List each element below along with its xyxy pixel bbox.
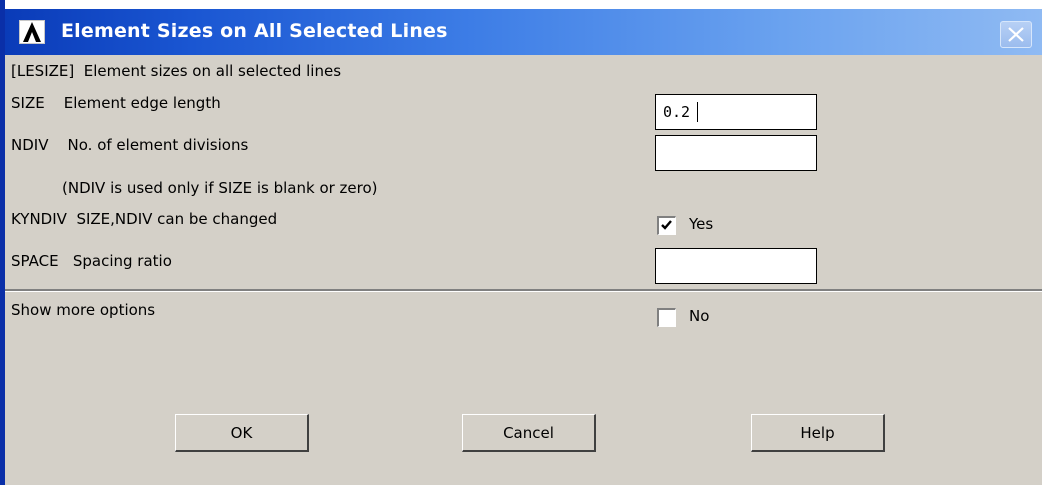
close-button[interactable] [1000, 21, 1032, 48]
section-divider-highlight [5, 291, 1042, 292]
dialog-content: [LESIZE] Element sizes on all selected l… [5, 55, 1042, 485]
more-options-label: Show more options [11, 301, 156, 319]
close-icon [1008, 27, 1024, 42]
dialog-window: Element Sizes on All Selected Lines [LES… [0, 0, 1042, 485]
more-options-option-text: No [689, 307, 710, 325]
text-cursor [697, 102, 698, 122]
title-bar[interactable]: Element Sizes on All Selected Lines [5, 9, 1042, 55]
help-button[interactable]: Help [751, 414, 885, 452]
space-input[interactable] [655, 248, 817, 284]
kyndiv-label: KYNDIV SIZE,NDIV can be changed [11, 210, 278, 228]
ndiv-note: (NDIV is used only if SIZE is blank or z… [62, 179, 378, 197]
command-description: [LESIZE] Element sizes on all selected l… [11, 62, 342, 80]
ndiv-label: NDIV No. of element divisions [11, 136, 249, 154]
space-label: SPACE Spacing ratio [11, 252, 172, 270]
ok-button[interactable]: OK [175, 414, 309, 452]
ansys-logo-icon [19, 20, 45, 44]
size-input[interactable] [655, 94, 817, 130]
cancel-button[interactable]: Cancel [462, 414, 596, 452]
checkmark-icon [661, 220, 672, 230]
size-label: SIZE Element edge length [11, 94, 221, 112]
more-options-checkbox[interactable] [657, 308, 676, 327]
window-title: Element Sizes on All Selected Lines [61, 20, 448, 42]
kyndiv-option-text: Yes [689, 215, 714, 233]
kyndiv-checkbox[interactable] [657, 216, 676, 235]
ndiv-input[interactable] [655, 135, 817, 171]
